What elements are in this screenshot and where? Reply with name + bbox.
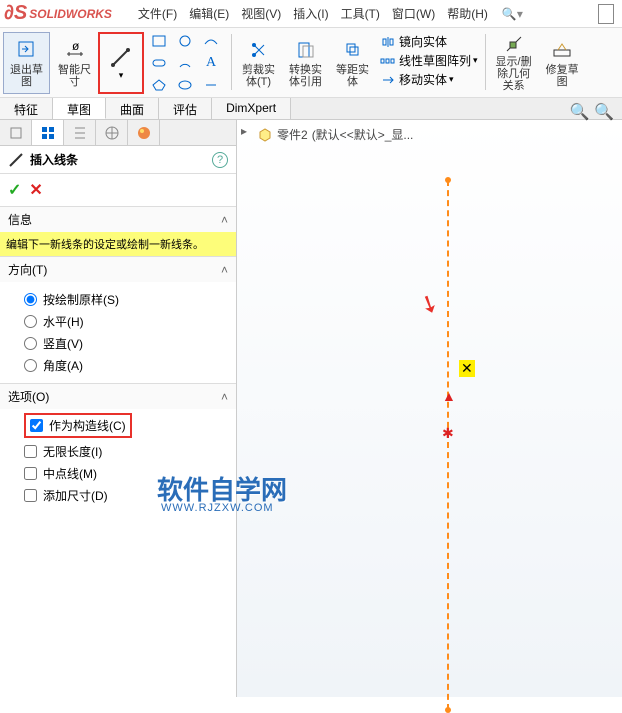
logo-icon: ∂S	[4, 2, 27, 25]
watermark-url: WWW.RJZXW.COM	[161, 502, 274, 514]
part-state: (默认<<默认>_显...	[312, 126, 414, 143]
smart-dimension-button[interactable]: ø 智能尺 寸	[52, 32, 97, 94]
tab-surface[interactable]: 曲面	[106, 98, 159, 119]
pattern-group: 镜向实体 线性草图阵列▾ 移动实体▾	[380, 32, 478, 89]
text-tool-icon[interactable]: A	[200, 54, 222, 72]
menu-tools[interactable]: 工具(T)	[341, 5, 380, 22]
zoom-icons[interactable]: 🔍 🔍	[570, 102, 614, 122]
app-name: SOLIDWORKS	[29, 7, 112, 21]
menu-help[interactable]: 帮助(H)	[447, 5, 488, 22]
ptab-config-icon[interactable]	[64, 120, 96, 145]
trim-icon	[247, 38, 271, 62]
slot-tool-icon[interactable]	[148, 54, 170, 72]
expand-tree-icon[interactable]: ▸	[241, 124, 247, 138]
coincident-symbol-icon: ✕	[459, 360, 475, 377]
display-relations-button[interactable]: 显示/删 除几何 关系	[490, 32, 538, 94]
convert-icon	[294, 38, 318, 62]
repair-icon	[550, 38, 574, 62]
mirror-button[interactable]: 镜向实体	[380, 33, 478, 50]
chevron-up-icon: ˄	[221, 263, 228, 277]
line-tool-button[interactable]: ▾	[103, 36, 139, 90]
ptab-feature-tree-icon[interactable]	[0, 120, 32, 145]
radio-vertical[interactable]: 竖直(V)	[24, 335, 228, 352]
radio-horizontal[interactable]: 水平(H)	[24, 313, 228, 330]
arc-tool-icon[interactable]	[174, 54, 196, 72]
sketch-tools-grid: A	[148, 32, 224, 96]
tab-sketch[interactable]: 草图	[53, 98, 106, 119]
chk-infinite[interactable]: 无限长度(I)	[24, 443, 228, 460]
offset-icon	[341, 38, 365, 62]
ok-icon[interactable]: ✓	[8, 180, 21, 200]
info-header[interactable]: 信息 ˄	[0, 207, 236, 232]
trim-button[interactable]: 剪裁实 体(T)	[236, 32, 281, 94]
repair-sketch-button[interactable]: 修复草 图	[540, 32, 585, 94]
circle-tool-icon[interactable]	[174, 32, 196, 50]
new-document-icon[interactable]	[598, 4, 614, 24]
menu-window[interactable]: 窗口(W)	[392, 5, 435, 22]
main-toolbar: 退出草 图 ø 智能尺 寸 ▾ A 剪裁实 体(T) 转换实 体引用 等距实 体…	[0, 28, 622, 98]
move-button[interactable]: 移动实体▾	[380, 71, 478, 88]
ellipse-tool-icon[interactable]	[174, 76, 196, 94]
property-panel: 插入线条 ? ✓ ✕ 信息 ˄ 编辑下一新线条的设定或绘制一新线条。 方向(T)…	[0, 120, 237, 697]
smart-dimension-icon: ø	[63, 38, 87, 62]
panel-title: 插入线条	[30, 151, 78, 168]
ptab-appearance-icon[interactable]	[128, 120, 160, 145]
main-area: 插入线条 ? ✓ ✕ 信息 ˄ 编辑下一新线条的设定或绘制一新线条。 方向(T)…	[0, 120, 622, 697]
options-header[interactable]: 选项(O) ˄	[0, 384, 236, 409]
info-text: 编辑下一新线条的设定或绘制一新线条。	[0, 232, 236, 256]
chk-construction[interactable]: 作为构造线(C)	[30, 417, 126, 434]
line-tool-icon	[109, 46, 133, 70]
menu-insert[interactable]: 插入(I)	[293, 5, 328, 22]
ptab-cross-icon[interactable]	[96, 120, 128, 145]
tab-feature[interactable]: 特征	[0, 98, 53, 119]
point-tool-icon[interactable]	[200, 76, 222, 94]
help-icon[interactable]: ?	[212, 152, 228, 168]
offset-button[interactable]: 等距实 体	[330, 32, 375, 94]
toolbar-separator	[485, 34, 486, 90]
radio-sketch[interactable]: 按绘制原样(S)	[24, 291, 228, 308]
direction-header[interactable]: 方向(T) ˄	[0, 257, 236, 282]
exit-sketch-icon	[15, 38, 39, 62]
convert-button[interactable]: 转换实 体引用	[283, 32, 328, 94]
svg-text:ø: ø	[72, 40, 80, 53]
panel-tabs	[0, 120, 236, 146]
origin-symbol-icon: ✱	[442, 425, 454, 442]
graphics-viewport[interactable]: ▸ 零件2 (默认<<默认>_显... 🔍 🔍 ➘ ✕ ▲ ✱ 软件自学网 WW…	[237, 120, 622, 697]
radio-angle[interactable]: 角度(A)	[24, 357, 228, 374]
exit-sketch-button[interactable]: 退出草 图	[3, 32, 50, 94]
part-icon	[257, 127, 273, 143]
linear-pattern-button[interactable]: 线性草图阵列▾	[380, 52, 478, 69]
polygon-tool-icon[interactable]	[148, 76, 170, 94]
menu-file[interactable]: 文件(F)	[138, 5, 177, 22]
info-section: 信息 ˄ 编辑下一新线条的设定或绘制一新线条。	[0, 206, 236, 256]
part-name[interactable]: 零件2	[277, 126, 308, 143]
construction-line[interactable]	[447, 180, 449, 710]
relations-icon	[502, 34, 526, 54]
annotation-arrow-icon: ➘	[414, 287, 444, 322]
construction-highlight: 作为构造线(C)	[24, 413, 132, 438]
tab-dimxpert[interactable]: DimXpert	[212, 98, 291, 119]
chevron-up-icon: ˄	[221, 390, 228, 404]
relation-symbol-icon: ▲	[442, 388, 456, 404]
spline-tool-icon[interactable]	[200, 32, 222, 50]
chevron-up-icon: ˄	[221, 213, 228, 227]
line-icon	[8, 152, 24, 168]
cancel-icon[interactable]: ✕	[29, 180, 42, 200]
line-tool-highlight: ▾	[98, 32, 144, 94]
panel-header: 插入线条 ?	[0, 146, 236, 174]
direction-section: 方向(T) ˄ 按绘制原样(S) 水平(H) 竖直(V) 角度(A)	[0, 256, 236, 383]
toolbar-separator	[231, 34, 232, 90]
menu-edit[interactable]: 编辑(E)	[189, 5, 229, 22]
app-logo: ∂S SOLIDWORKS	[4, 2, 112, 25]
menu-search-icon[interactable]: 🔍▾	[502, 7, 523, 21]
menu-bar: ∂S SOLIDWORKS 文件(F) 编辑(E) 视图(V) 插入(I) 工具…	[0, 0, 622, 28]
confirm-row: ✓ ✕	[0, 174, 236, 206]
command-tabs: 特征 草图 曲面 评估 DimXpert	[0, 98, 622, 120]
menu-view[interactable]: 视图(V)	[241, 5, 281, 22]
rect-tool-icon[interactable]	[148, 32, 170, 50]
tab-evaluate[interactable]: 评估	[159, 98, 212, 119]
ptab-property-icon[interactable]	[32, 120, 64, 145]
breadcrumb: 零件2 (默认<<默认>_显...	[257, 126, 413, 143]
